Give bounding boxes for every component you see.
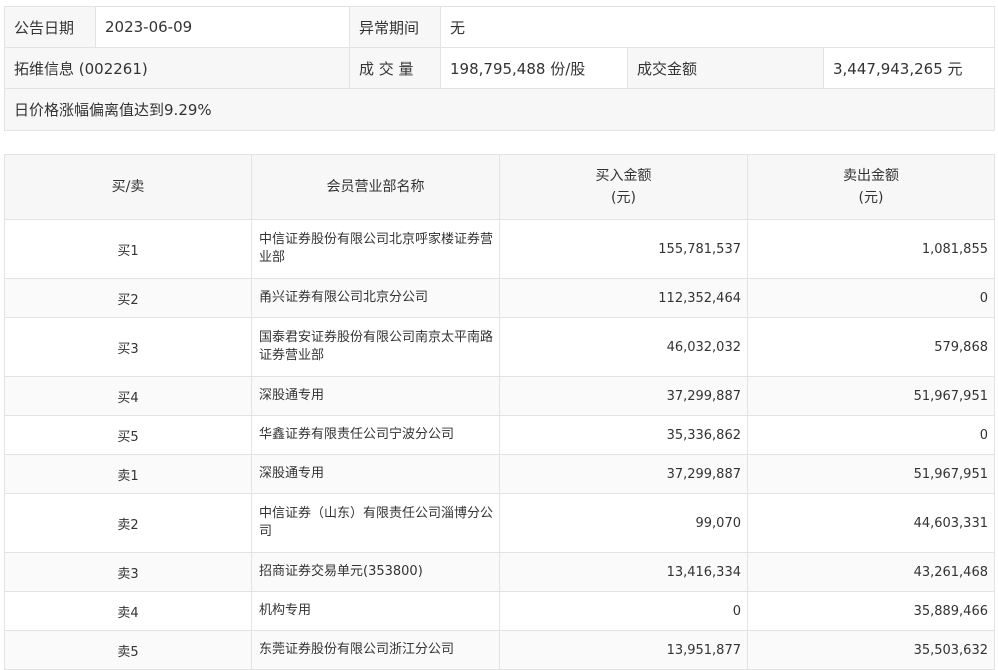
row-member: 招商证券交易单元(353800) — [251, 552, 500, 592]
row-side: 买4 — [4, 376, 252, 416]
summary-row-reason: 日价格涨幅偏离值达到9.29% — [3, 88, 996, 131]
row-buy-amount: 99,070 — [499, 493, 748, 553]
header-buy-line1: 买入金额 — [595, 168, 652, 184]
announce-date-value: 2023-06-09 — [95, 6, 350, 48]
row-buy-amount: 0 — [499, 591, 748, 631]
table-row: 卖1 深股通专用 37,299,887 51,967,951 — [4, 454, 995, 494]
row-sell-amount: 1,081,855 — [747, 219, 995, 279]
abnormal-period-value: 无 — [439, 6, 996, 48]
trading-detail-table: 买/卖 会员营业部名称 买入金额 (元) 卖出金额 (元) 买1 中信证券股份有… — [4, 154, 995, 670]
header-member: 会员营业部名称 — [251, 154, 500, 220]
header-sell-line2: (元) — [858, 190, 884, 206]
table-header-row: 买/卖 会员营业部名称 买入金额 (元) 卖出金额 (元) — [4, 154, 995, 220]
row-sell-amount: 579,868 — [747, 317, 995, 377]
row-sell-amount: 51,967,951 — [747, 454, 995, 494]
row-member: 机构专用 — [251, 591, 500, 631]
row-buy-amount: 13,416,334 — [499, 552, 748, 592]
row-buy-amount: 35,336,862 — [499, 415, 748, 455]
row-sell-amount: 44,603,331 — [747, 493, 995, 553]
row-buy-amount: 37,299,887 — [499, 454, 748, 494]
row-side: 卖2 — [4, 493, 252, 553]
header-buy-amount: 买入金额 (元) — [499, 154, 748, 220]
table-row: 卖4 机构专用 0 35,889,466 — [4, 591, 995, 631]
volume-value: 198,795,488 份/股 — [440, 47, 628, 89]
header-sell-amount: 卖出金额 (元) — [747, 154, 995, 220]
row-member: 深股通专用 — [251, 454, 500, 494]
row-buy-amount: 112,352,464 — [499, 278, 748, 318]
row-side: 买1 — [4, 219, 252, 279]
summary-row-date: 公告日期 2023-06-09 异常期间 无 — [4, 6, 996, 48]
row-buy-amount: 46,032,032 — [499, 317, 748, 377]
row-member: 中信证券（山东）有限责任公司淄博分公司 — [251, 493, 500, 553]
table-row: 卖2 中信证券（山东）有限责任公司淄博分公司 99,070 44,603,331 — [4, 493, 995, 553]
row-sell-amount: 35,889,466 — [747, 591, 995, 631]
row-side: 卖1 — [4, 454, 252, 494]
amount-value: 3,447,943,265 元 — [822, 47, 996, 89]
row-member: 甬兴证券有限公司北京分公司 — [251, 278, 500, 318]
row-member: 深股通专用 — [251, 376, 500, 416]
header-buy-line2: (元) — [611, 190, 636, 206]
table-row: 卖3 招商证券交易单元(353800) 13,416,334 43,261,46… — [4, 552, 995, 592]
row-sell-amount: 51,967,951 — [747, 376, 995, 416]
header-sell-line1: 卖出金额 — [843, 168, 899, 184]
amount-label: 成交金额 — [627, 47, 824, 89]
row-member: 华鑫证券有限责任公司宁波分公司 — [251, 415, 500, 455]
row-sell-amount: 0 — [747, 415, 995, 455]
row-member: 国泰君安证券股份有限公司南京太平南路证券营业部 — [251, 317, 500, 377]
row-side: 卖4 — [4, 591, 252, 631]
table-row: 买3 国泰君安证券股份有限公司南京太平南路证券营业部 46,032,032 57… — [4, 317, 995, 377]
summary-table: 公告日期 2023-06-09 异常期间 无 拓维信息 (002261) 成 交… — [3, 6, 996, 131]
table-row: 买5 华鑫证券有限责任公司宁波分公司 35,336,862 0 — [4, 415, 995, 455]
volume-label: 成 交 量 — [349, 47, 441, 89]
header-side: 买/卖 — [4, 154, 252, 220]
row-buy-amount: 37,299,887 — [499, 376, 748, 416]
announce-date-label: 公告日期 — [4, 6, 96, 48]
row-sell-amount: 0 — [747, 278, 995, 318]
row-side: 买2 — [4, 278, 252, 318]
row-buy-amount: 155,781,537 — [499, 219, 748, 279]
abnormal-period-label: 异常期间 — [349, 6, 441, 48]
row-side: 卖3 — [4, 552, 252, 592]
row-member: 中信证券股份有限公司北京呼家楼证券营业部 — [251, 219, 500, 279]
summary-row-stock: 拓维信息 (002261) 成 交 量 198,795,488 份/股 成交金额… — [4, 47, 996, 89]
table-row: 买1 中信证券股份有限公司北京呼家楼证券营业部 155,781,537 1,08… — [4, 219, 995, 279]
row-sell-amount: 43,261,468 — [747, 552, 995, 592]
table-row: 买2 甬兴证券有限公司北京分公司 112,352,464 0 — [4, 278, 995, 318]
stock-name: 拓维信息 (002261) — [4, 47, 350, 89]
row-side: 买3 — [4, 317, 252, 377]
table-row: 买4 深股通专用 37,299,887 51,967,951 — [4, 376, 995, 416]
listing-reason: 日价格涨幅偏离值达到9.29% — [3, 88, 996, 131]
row-side: 买5 — [4, 415, 252, 455]
